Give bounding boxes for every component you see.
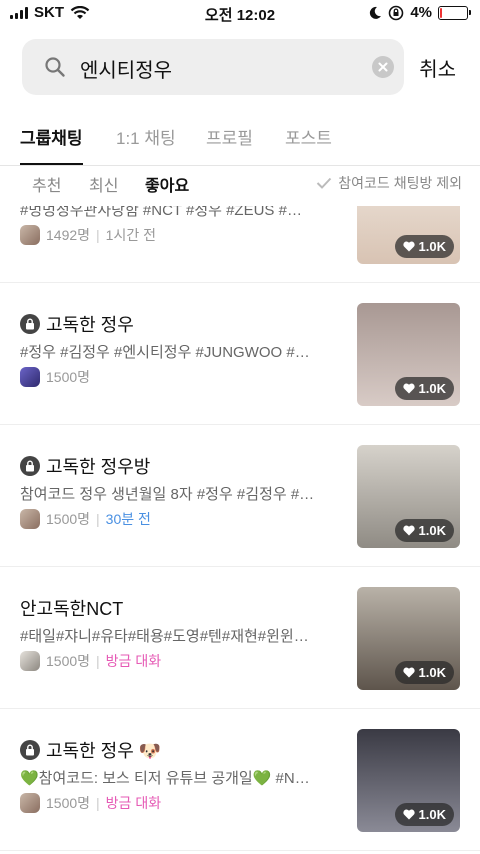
battery-icon	[438, 5, 471, 20]
member-count: 1500명	[46, 369, 91, 385]
member-count: 1500명	[46, 511, 91, 527]
likes-badge: 1.0K	[394, 377, 454, 400]
room-title: 고독한 정우	[20, 311, 134, 337]
room-thumbnail: 1.0K	[357, 303, 460, 406]
search-field[interactable]: 엔시티정우	[22, 39, 404, 95]
search-bar: 엔시티정우 취소	[22, 39, 462, 95]
room-title: 고독한 정우방	[20, 453, 150, 479]
likes-badge: 1.0K	[394, 519, 454, 542]
avatar	[20, 509, 40, 529]
heart-icon	[402, 525, 415, 536]
list-item[interactable]: #멍멍정우관사당함 #NCT #정우 #ZEUS #… 1492명 | 1시간 …	[0, 206, 480, 283]
heart-icon	[402, 809, 415, 820]
lock-icon	[20, 740, 40, 760]
room-meta: 1500명 | 방금 대화	[20, 793, 161, 813]
tab-post[interactable]: 포스트	[285, 124, 332, 165]
sort-likes[interactable]: 좋아요	[145, 172, 189, 196]
clear-icon[interactable]	[372, 56, 394, 78]
exclude-code-rooms-toggle[interactable]: 참여코드 채팅방 제외	[316, 173, 462, 193]
battery-percent: 4%	[410, 4, 432, 21]
list-item[interactable]: 고독한 정우방 참여코드 정우 생년월일 8자 #정우 #김정우 #… 1500…	[0, 425, 480, 567]
room-tags: #정우 #김정우 #엔시티정우 #JUNGWOO #…	[20, 344, 310, 361]
member-count: 1500명	[46, 653, 91, 669]
room-thumbnail: 1.0K	[357, 206, 460, 264]
room-meta: 1500명 | 방금 대화	[20, 651, 161, 671]
chatroom-list: #멍멍정우관사당함 #NCT #정우 #ZEUS #… 1492명 | 1시간 …	[0, 206, 480, 854]
room-meta: 1500명	[20, 367, 90, 387]
room-tags: #태일#쟈니#유타#태용#도영#텐#재현#윈윈…	[20, 628, 309, 645]
sort-bar: 추천 최신 좋아요 참여코드 채팅방 제외	[0, 166, 480, 206]
member-count: 1492명	[46, 227, 91, 243]
room-tags: 참여코드 정우 생년월일 8자 #정우 #김정우 #…	[20, 486, 315, 503]
avatar	[20, 651, 40, 671]
room-meta: 1500명 | 30분 전	[20, 509, 151, 529]
heart-icon	[402, 241, 415, 252]
tab-bar: 그룹채팅 1:1 채팅 프로필 포스트	[0, 116, 480, 166]
exclude-label: 참여코드 채팅방 제외	[338, 175, 462, 191]
avatar	[20, 793, 40, 813]
room-thumbnail: 1.0K	[357, 729, 460, 832]
list-item[interactable]: 고독한 정우 🐶 💚참여코드: 보스 티저 유튜브 공개일💚 #N… 1500명…	[0, 709, 480, 851]
status-bar: SKT 오전 12:02 4%	[0, 0, 480, 28]
likes-badge: 1.0K	[394, 803, 454, 826]
avatar	[20, 225, 40, 245]
member-count: 1500명	[46, 795, 91, 811]
tab-group-chat[interactable]: 그룹채팅	[20, 124, 83, 165]
likes-badge: 1.0K	[394, 235, 454, 258]
lock-icon	[20, 314, 40, 334]
last-activity: 1시간 전	[105, 227, 156, 243]
room-tags: #멍멍정우관사당함 #NCT #정우 #ZEUS #…	[20, 206, 302, 219]
rotation-lock-icon	[389, 5, 404, 20]
moon-icon	[370, 6, 382, 19]
room-title: 고독한 정우 🐶	[20, 737, 161, 763]
heart-icon	[402, 383, 415, 394]
list-item[interactable]: 안고독한NCT #태일#쟈니#유타#태용#도영#텐#재현#윈윈… 1500명 |…	[0, 567, 480, 709]
room-thumbnail: 1.0K	[357, 445, 460, 548]
sort-latest[interactable]: 최신	[89, 172, 118, 196]
search-input[interactable]: 엔시티정우	[80, 54, 172, 83]
room-thumbnail: 1.0K	[357, 587, 460, 690]
avatar	[20, 367, 40, 387]
search-icon	[45, 57, 65, 77]
sort-recommended[interactable]: 추천	[32, 172, 61, 196]
heart-icon	[402, 667, 415, 678]
room-meta: 1492명 | 1시간 전	[20, 225, 156, 245]
likes-badge: 1.0K	[394, 661, 454, 684]
room-tags: 💚참여코드: 보스 티저 유튜브 공개일💚 #N…	[20, 770, 310, 787]
lock-icon	[20, 456, 40, 476]
last-activity: 30분 전	[105, 511, 151, 527]
last-activity: 방금 대화	[105, 795, 162, 811]
tab-one-to-one-chat[interactable]: 1:1 채팅	[116, 124, 176, 165]
check-icon	[317, 177, 332, 189]
last-activity: 방금 대화	[105, 653, 162, 669]
tab-profile[interactable]: 프로필	[206, 124, 253, 165]
battery-level	[440, 7, 442, 18]
cancel-button[interactable]: 취소	[419, 53, 456, 82]
room-title: 안고독한NCT	[20, 599, 124, 619]
list-item[interactable]: 고독한 정우 #정우 #김정우 #엔시티정우 #JUNGWOO #… 1500명…	[0, 283, 480, 425]
